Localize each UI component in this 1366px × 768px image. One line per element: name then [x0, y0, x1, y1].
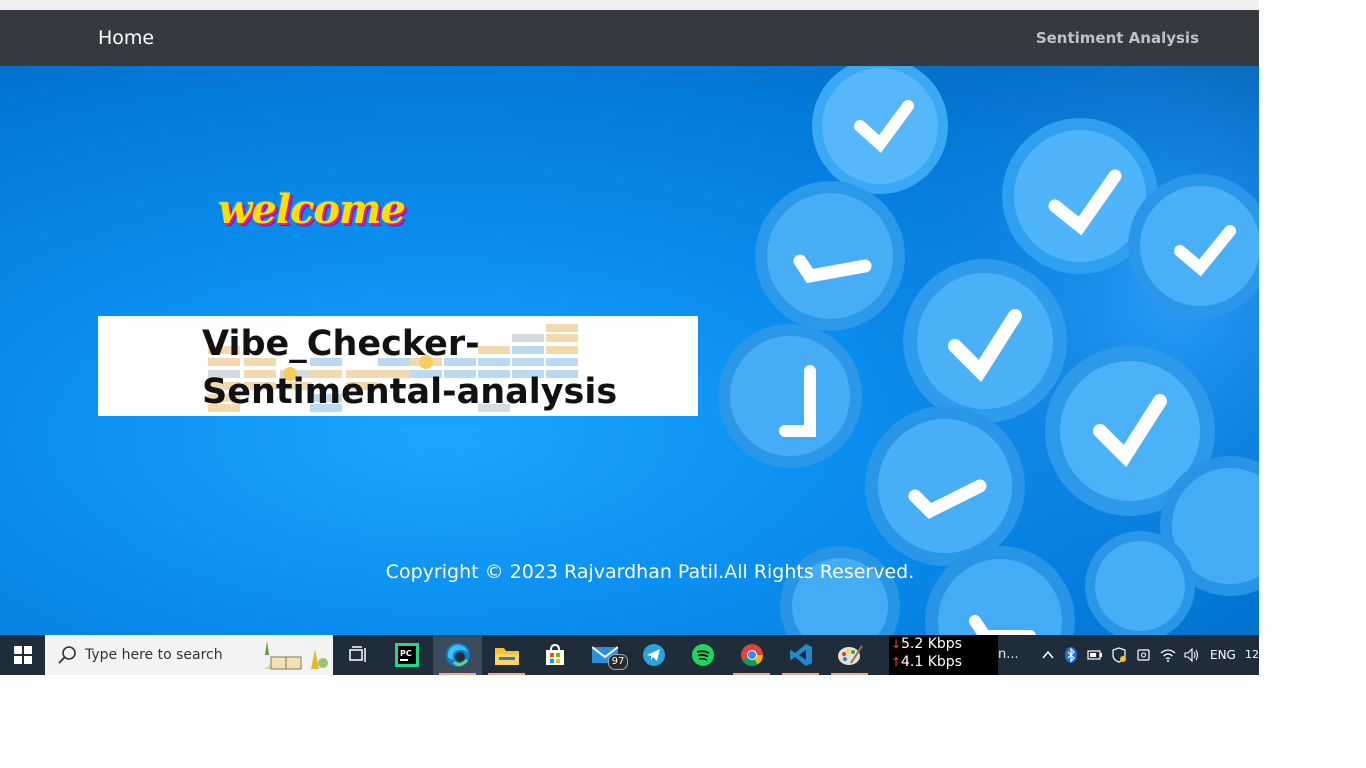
svg-text:PC: PC: [400, 649, 412, 658]
download-speed: 5.2 Kbps: [901, 636, 962, 652]
taskbar-search-box[interactable]: Type here to search: [45, 635, 333, 675]
hero-section: welcome Vibe_Checker-Sentimental-analysi…: [0, 66, 1259, 635]
system-clock[interactable]: 12: [1245, 635, 1259, 675]
welcome-graphic: welcome: [218, 186, 406, 233]
start-button[interactable]: [0, 635, 45, 675]
vscode-taskbar-button[interactable]: [776, 635, 825, 675]
volume-icon[interactable]: [1184, 647, 1200, 663]
nav-home-link[interactable]: Home: [98, 10, 154, 66]
running-app-indicator: [733, 673, 770, 675]
spotify-taskbar-button[interactable]: [678, 635, 727, 675]
bluetooth-icon[interactable]: [1063, 647, 1079, 663]
nav-sentiment-analysis-link[interactable]: Sentiment Analysis: [1036, 10, 1199, 66]
running-app-indicator: [831, 673, 868, 675]
edge-taskbar-button[interactable]: [433, 635, 482, 675]
security-shield-icon[interactable]: [1111, 647, 1127, 663]
vscode-icon: [789, 644, 812, 666]
upload-speed: 4.1 Kbps: [901, 654, 962, 670]
windows-logo-icon: [13, 646, 32, 664]
upload-arrow-icon: ↑: [891, 655, 902, 669]
page-title: Vibe_Checker-Sentimental-analysis: [202, 324, 618, 412]
folder-icon: [494, 648, 519, 665]
active-app-indicator: [439, 673, 476, 675]
download-arrow-icon: ↓: [891, 637, 902, 651]
paint-taskbar-button[interactable]: [825, 635, 874, 675]
store-icon: [545, 643, 564, 665]
wifi-icon[interactable]: [1160, 647, 1176, 663]
microsoft-store-taskbar-button[interactable]: [530, 635, 579, 675]
spotify-icon: [691, 644, 714, 666]
running-app-indicator: [782, 673, 819, 675]
tray-truncated-label[interactable]: n...: [998, 635, 1019, 675]
chrome-taskbar-button[interactable]: [727, 635, 776, 675]
device-icon[interactable]: [1136, 647, 1152, 663]
network-speed-widget: ↓ 5.2 Kbps ↑ 4.1 Kbps: [889, 635, 998, 675]
file-explorer-taskbar-button[interactable]: [482, 635, 531, 675]
task-view-button[interactable]: [333, 635, 382, 675]
paint-palette-icon: [837, 645, 863, 665]
browser-top-strip: [0, 0, 1259, 10]
pycharm-icon: PC: [394, 643, 419, 667]
battery-icon[interactable]: [1087, 647, 1103, 663]
windows-taskbar: Type here to search PC 97 ↓ 5.2 Kbps ↑ 4…: [0, 635, 1259, 675]
chevron-up-icon[interactable]: [1040, 647, 1056, 663]
mail-unread-badge: 97: [608, 654, 628, 670]
title-box: Vibe_Checker-Sentimental-analysis: [98, 316, 698, 416]
chrome-icon: [740, 644, 763, 666]
telegram-taskbar-button[interactable]: [629, 635, 678, 675]
search-icon: [58, 646, 76, 664]
mail-taskbar-button[interactable]: 97: [580, 635, 629, 675]
running-app-indicator: [488, 673, 525, 675]
navbar: Home Sentiment Analysis: [0, 10, 1259, 66]
pycharm-taskbar-button[interactable]: PC: [382, 635, 431, 675]
task-view-icon: [348, 646, 366, 662]
language-indicator[interactable]: ENG: [1210, 635, 1236, 675]
edge-icon: [445, 643, 470, 667]
telegram-icon: [642, 644, 665, 666]
search-placeholder: Type here to search: [85, 647, 223, 663]
search-highlight-art: [253, 635, 333, 675]
copyright-text: Copyright © 2023 Rajvardhan Patil.All Ri…: [385, 561, 915, 583]
